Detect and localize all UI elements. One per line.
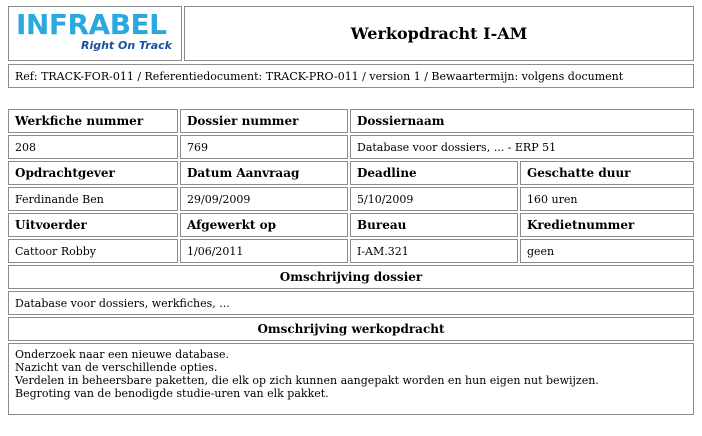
reference-table: Ref: TRACK-FOR-011 / Referentiedocument:… (6, 62, 696, 90)
afgewerkt-op-label: Afgewerkt op (180, 213, 348, 237)
datum-aanvraag-value: 29/09/2009 (180, 187, 348, 211)
kredietnummer-label: Kredietnummer (520, 213, 694, 237)
logo-cell: INFRABEL Right On Track (8, 6, 182, 61)
table-row: Werkfiche nummer Dossier nummer Dossiern… (8, 109, 694, 133)
omschrijving-werkopdracht-value: Onderzoek naar een nieuwe database. Nazi… (8, 343, 694, 415)
deadline-label: Deadline (350, 161, 518, 185)
header-table: INFRABEL Right On Track Werkopdracht I-A… (6, 4, 696, 63)
dossier-nummer-value: 769 (180, 135, 348, 159)
workorder-table: Werkfiche nummer Dossier nummer Dossiern… (6, 107, 696, 417)
table-row: Ferdinande Ben 29/09/2009 5/10/2009 160 … (8, 187, 694, 211)
deadline-value: 5/10/2009 (350, 187, 518, 211)
werkopdracht-line: Verdelen in beheersbare paketten, die el… (15, 374, 599, 387)
kredietnummer-value: geen (520, 239, 694, 263)
werkfiche-nummer-label: Werkfiche nummer (8, 109, 178, 133)
table-row: Uitvoerder Afgewerkt op Bureau Kredietnu… (8, 213, 694, 237)
werkopdracht-line: Begroting van de benodigde studie-uren v… (15, 387, 329, 400)
table-row: Database voor dossiers, werkfiches, ... (8, 291, 694, 315)
dossier-nummer-label: Dossier nummer (180, 109, 348, 133)
table-row: Cattoor Robby 1/06/2011 I-AM.321 geen (8, 239, 694, 263)
table-row: Omschrijving dossier (8, 265, 694, 289)
werkopdracht-line: Onderzoek naar een nieuwe database. (15, 348, 230, 361)
table-row: 208 769 Database voor dossiers, ... - ER… (8, 135, 694, 159)
dossiernaam-value: Database voor dossiers, ... - ERP 51 (350, 135, 694, 159)
datum-aanvraag-label: Datum Aanvraag (180, 161, 348, 185)
werkfiche-nummer-value: 208 (8, 135, 178, 159)
table-row: Onderzoek naar een nieuwe database. Nazi… (8, 343, 694, 415)
opdrachtgever-value: Ferdinande Ben (8, 187, 178, 211)
uitvoerder-value: Cattoor Robby (8, 239, 178, 263)
omschrijving-dossier-label: Omschrijving dossier (8, 265, 694, 289)
opdrachtgever-label: Opdrachtgever (8, 161, 178, 185)
geschatte-duur-label: Geschatte duur (520, 161, 694, 185)
bureau-label: Bureau (350, 213, 518, 237)
geschatte-duur-value: 160 uren (520, 187, 694, 211)
werkopdracht-line: Nazicht van de verschillende opties. (15, 361, 218, 374)
logo-tagline: Right On Track (80, 39, 172, 52)
omschrijving-dossier-value: Database voor dossiers, werkfiches, ... (8, 291, 694, 315)
omschrijving-werkopdracht-label: Omschrijving werkopdracht (8, 317, 694, 341)
logo-text: INFRABEL (16, 8, 167, 41)
afgewerkt-op-value: 1/06/2011 (180, 239, 348, 263)
infrabel-logo: INFRABEL Right On Track (14, 9, 176, 55)
dossiernaam-label: Dossiernaam (350, 109, 694, 133)
table-row: Opdrachtgever Datum Aanvraag Deadline Ge… (8, 161, 694, 185)
reference-text: Ref: TRACK-FOR-011 / Referentiedocument:… (8, 64, 694, 88)
page-title: Werkopdracht I-AM (184, 6, 694, 61)
uitvoerder-label: Uitvoerder (8, 213, 178, 237)
table-row: Omschrijving werkopdracht (8, 317, 694, 341)
bureau-value: I-AM.321 (350, 239, 518, 263)
